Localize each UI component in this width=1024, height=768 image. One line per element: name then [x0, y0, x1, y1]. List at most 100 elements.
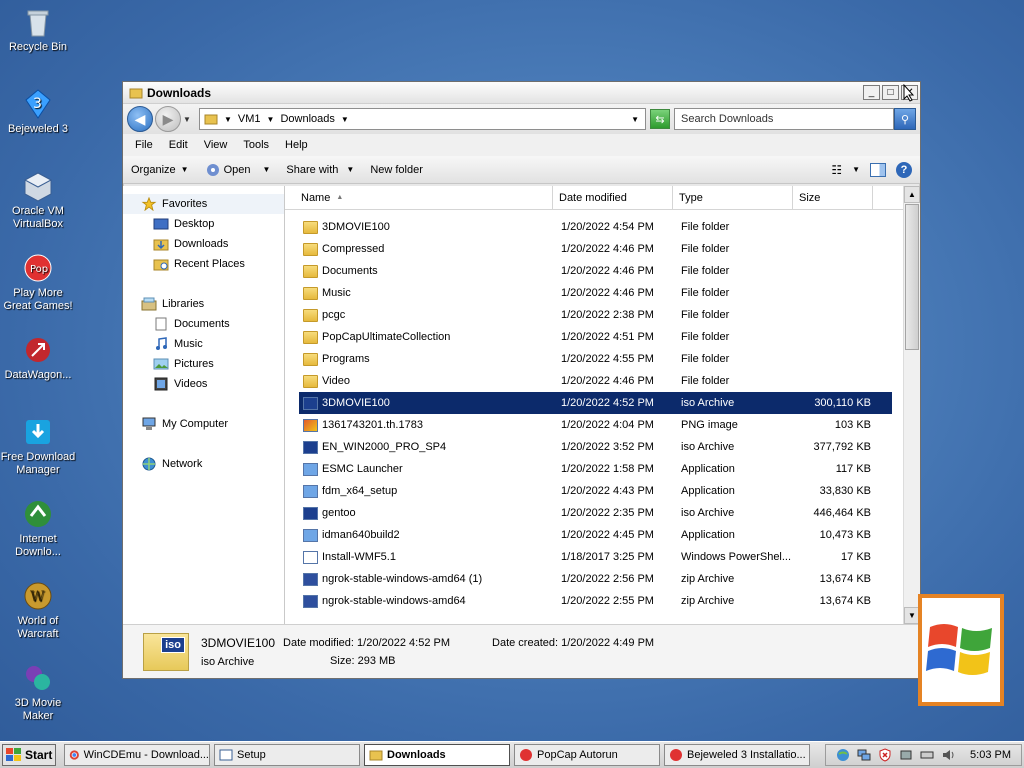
desktop-icon-free-download-manager[interactable]: Free Download Manager: [0, 416, 76, 477]
file-type-cell: Windows PowerShel...: [681, 551, 792, 563]
chevron-down-icon[interactable]: ▼: [267, 115, 275, 124]
security-alert-icon[interactable]: [878, 748, 892, 762]
file-row[interactable]: ngrok-stable-windows-amd64 1/20/2022 2:55…: [299, 590, 892, 612]
file-row[interactable]: 3DMOVIE100 1/20/2022 4:52 PM iso Archive 30…: [299, 392, 892, 414]
file-row[interactable]: PopCapUltimateCollection 1/20/2022 4:51 P…: [299, 326, 892, 348]
popcap-icon: Pop: [24, 254, 52, 282]
menu-view[interactable]: View: [196, 139, 236, 151]
desktop-icon-internet-download[interactable]: Internet Downlo...: [0, 498, 76, 559]
preview-pane-icon[interactable]: [870, 162, 886, 177]
scroll-up-button[interactable]: ▲: [904, 186, 920, 203]
nav-network[interactable]: Network: [123, 454, 284, 474]
organize-button[interactable]: Organize ▼: [131, 164, 189, 176]
nav-documents[interactable]: Documents: [123, 314, 284, 334]
column-label: Name: [301, 191, 331, 204]
start-button[interactable]: Start: [2, 744, 56, 766]
nav-videos[interactable]: Videos: [123, 374, 284, 394]
taskbar-item-popcap-autorun[interactable]: PopCap Autorun: [514, 744, 660, 766]
refresh-button[interactable]: ⇆: [650, 109, 670, 129]
open-button[interactable]: Open ▼: [205, 162, 270, 178]
taskbar-item-wincdemu[interactable]: WinCDEmu - Download...: [64, 744, 210, 766]
address-segment-vm1[interactable]: VM1: [238, 113, 261, 125]
recent-pages-dropdown[interactable]: ▼: [183, 115, 193, 124]
maximize-button[interactable]: □: [882, 85, 899, 100]
nav-favorites[interactable]: Favorites: [123, 194, 284, 214]
vertical-scrollbar[interactable]: ▲ ▼: [903, 186, 920, 624]
file-row[interactable]: 3DMOVIE100 1/20/2022 4:54 PM File folder: [299, 216, 892, 238]
file-row[interactable]: 1361743201.th.1783 1/20/2022 4:04 PM PNG i…: [299, 414, 892, 436]
nav-downloads[interactable]: Downloads: [123, 234, 284, 254]
column-date-modified[interactable]: Date modified: [553, 186, 673, 209]
column-size[interactable]: Size: [793, 186, 873, 209]
file-row[interactable]: Video 1/20/2022 4:46 PM File folder: [299, 370, 892, 392]
popcap-icon: [670, 749, 682, 761]
search-input[interactable]: Search Downloads: [674, 108, 894, 130]
file-row[interactable]: Documents 1/20/2022 4:46 PM File folder: [299, 260, 892, 282]
clock[interactable]: 5:03 PM: [970, 749, 1011, 761]
file-row[interactable]: Install-WMF5.1 1/18/2017 3:25 PM Windows P…: [299, 546, 892, 568]
desktop-icon-play-more-games[interactable]: Pop Play More Great Games!: [0, 252, 76, 313]
forward-button[interactable]: ▶: [155, 106, 181, 132]
menu-edit[interactable]: Edit: [161, 139, 196, 151]
chevron-down-icon[interactable]: ▼: [341, 115, 349, 124]
file-row[interactable]: Programs 1/20/2022 4:55 PM File folder: [299, 348, 892, 370]
file-date-cell: 1/20/2022 1:58 PM: [561, 463, 654, 475]
file-row[interactable]: pcgc 1/20/2022 2:38 PM File folder: [299, 304, 892, 326]
column-type[interactable]: Type: [673, 186, 793, 209]
nav-recent-places[interactable]: Recent Places: [123, 254, 284, 274]
removable-drive-icon[interactable]: [920, 748, 934, 762]
taskbar-item-bejeweled-install[interactable]: Bejeweled 3 Installatio...: [664, 744, 810, 766]
taskbar-item-downloads[interactable]: Downloads: [364, 744, 510, 766]
nav-music[interactable]: Music: [123, 334, 284, 354]
menu-file[interactable]: File: [127, 139, 161, 151]
device-icon[interactable]: [899, 748, 913, 762]
chevron-down-icon[interactable]: ▼: [852, 165, 860, 174]
address-segment-downloads[interactable]: Downloads: [280, 113, 334, 125]
nav-libraries[interactable]: Libraries: [123, 294, 284, 314]
nav-desktop[interactable]: Desktop: [123, 214, 284, 234]
file-row[interactable]: Compressed 1/20/2022 4:46 PM File folder: [299, 238, 892, 260]
network-globe-icon[interactable]: [836, 748, 850, 762]
title-bar[interactable]: Downloads _ □ ✕: [123, 82, 920, 104]
file-row[interactable]: ngrok-stable-windows-amd64 (1) 1/20/2022 …: [299, 568, 892, 590]
desktop-icon-3d-movie-maker[interactable]: 3D Movie Maker: [0, 662, 76, 723]
chevron-down-icon[interactable]: ▼: [224, 115, 232, 124]
minimize-button[interactable]: _: [863, 85, 880, 100]
nav-label: Favorites: [162, 198, 208, 210]
address-field[interactable]: ▼ VM1 ▼ Downloads ▼ ▼: [199, 108, 646, 130]
help-icon[interactable]: ?: [896, 161, 912, 178]
share-with-button[interactable]: Share with ▼: [286, 164, 354, 176]
desktop-icon-bejeweled-3[interactable]: 3 Bejeweled 3: [0, 88, 76, 136]
file-row[interactable]: ESMC Launcher 1/20/2022 1:58 PM Applicatio…: [299, 458, 892, 480]
menu-help[interactable]: Help: [277, 139, 316, 151]
column-name[interactable]: Name ▲: [295, 186, 553, 209]
volume-icon[interactable]: [941, 748, 955, 762]
file-size-cell: 377,792 KB: [813, 441, 872, 453]
file-name: Music: [322, 287, 351, 299]
menu-tools[interactable]: Tools: [235, 139, 277, 151]
desktop-icon-recycle-bin[interactable]: Recycle Bin: [0, 6, 76, 54]
back-button[interactable]: ◀: [127, 106, 153, 132]
file-row[interactable]: EN_WIN2000_PRO_SP4 1/20/2022 3:52 PM iso A…: [299, 436, 892, 458]
explorer-window[interactable]: Downloads _ □ ✕ ◀ ▶ ▼ ▼ VM1 ▼ Downloads …: [122, 81, 921, 679]
nav-my-computer[interactable]: My Computer: [123, 414, 284, 434]
search-icon[interactable]: ⚲: [894, 108, 916, 130]
nav-label: Music: [174, 338, 203, 350]
taskbar-item-setup[interactable]: Setup: [214, 744, 360, 766]
desktop-icon-world-of-warcraft[interactable]: W World of Warcraft: [0, 580, 76, 641]
desktop-icon-datawagon[interactable]: DataWagon...: [0, 334, 76, 382]
nav-pictures[interactable]: Pictures: [123, 354, 284, 374]
view-options-icon[interactable]: ☷: [831, 163, 842, 177]
new-folder-button[interactable]: New folder: [370, 164, 423, 176]
file-list-pane[interactable]: Name ▲ Date modified Type Size 3DMOVIE100…: [285, 186, 920, 624]
desktop-icon-virtualbox[interactable]: Oracle VM VirtualBox: [0, 170, 76, 231]
iso-file-icon: [303, 506, 318, 520]
file-row[interactable]: fdm_x64_setup 1/20/2022 4:43 PM Applicatio…: [299, 480, 892, 502]
file-type-cell: iso Archive: [681, 507, 735, 519]
scrollbar-thumb[interactable]: [905, 204, 919, 350]
file-row[interactable]: Music 1/20/2022 4:46 PM File folder: [299, 282, 892, 304]
address-history-dropdown[interactable]: ▼: [631, 115, 639, 124]
file-row[interactable]: idman640build2 1/20/2022 4:45 PM Applicati…: [299, 524, 892, 546]
file-row[interactable]: gentoo 1/20/2022 2:35 PM iso Archive 446,46…: [299, 502, 892, 524]
network-connection-icon[interactable]: [857, 748, 871, 762]
